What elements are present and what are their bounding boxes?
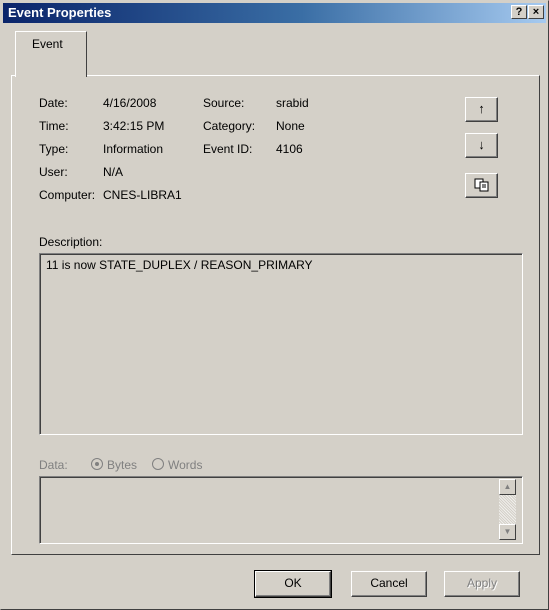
description-label: Description: (39, 235, 103, 249)
ok-button[interactable]: OK (254, 570, 332, 598)
source-label: Source: (203, 96, 245, 110)
next-event-button[interactable]: ↓ (465, 133, 498, 158)
date-value: 4/16/2008 (103, 96, 157, 110)
event-id-value: 4106 (276, 142, 303, 156)
category-label: Category: (203, 119, 256, 133)
description-text: 11 is now STATE_DUPLEX / REASON_PRIMARY (46, 258, 313, 272)
date-label: Date: (39, 96, 68, 110)
previous-event-button[interactable]: ↑ (465, 97, 498, 122)
type-label: Type: (39, 142, 69, 156)
time-label: Time: (39, 119, 69, 133)
scroll-track[interactable] (499, 495, 516, 524)
words-radio[interactable] (152, 458, 164, 470)
event-id-label: Event ID: (203, 142, 253, 156)
tab-event[interactable]: Event (15, 31, 87, 77)
bytes-label: Bytes (107, 458, 138, 472)
computer-label: Computer: (39, 188, 96, 202)
apply-button[interactable]: Apply (444, 571, 520, 597)
scroll-up-arrow-icon[interactable]: ▲ (499, 479, 516, 495)
description-textbox[interactable]: 11 is now STATE_DUPLEX / REASON_PRIMARY (39, 253, 523, 435)
window-title: Event Properties (8, 5, 112, 20)
help-button[interactable]: ? (511, 5, 527, 19)
event-properties-window: Event Properties ? × Event Date: 4/16/20… (0, 0, 549, 610)
arrow-up-icon: ↑ (478, 101, 485, 116)
cancel-button[interactable]: Cancel (351, 571, 427, 597)
copy-icon (474, 178, 488, 192)
arrow-down-icon: ↓ (478, 137, 485, 152)
category-value: None (276, 119, 305, 133)
bytes-radio[interactable] (91, 458, 103, 470)
type-value: Information (103, 142, 164, 156)
time-value: 3:42:15 PM (103, 119, 165, 133)
data-scrollbar[interactable]: ▲ ▼ (499, 479, 516, 540)
close-button[interactable]: × (528, 5, 544, 19)
words-label: Words (168, 458, 203, 472)
tab-event-label: Event (32, 37, 63, 51)
user-value: N/A (103, 165, 124, 179)
data-textbox[interactable] (39, 476, 523, 544)
copy-button[interactable] (465, 173, 498, 198)
computer-value: CNES-LIBRA1 (103, 188, 182, 202)
scroll-down-arrow-icon[interactable]: ▼ (499, 524, 516, 540)
source-value: srabid (276, 96, 309, 110)
user-label: User: (39, 165, 68, 179)
data-label: Data: (39, 458, 68, 472)
title-bar[interactable]: Event Properties ? × (3, 3, 546, 23)
